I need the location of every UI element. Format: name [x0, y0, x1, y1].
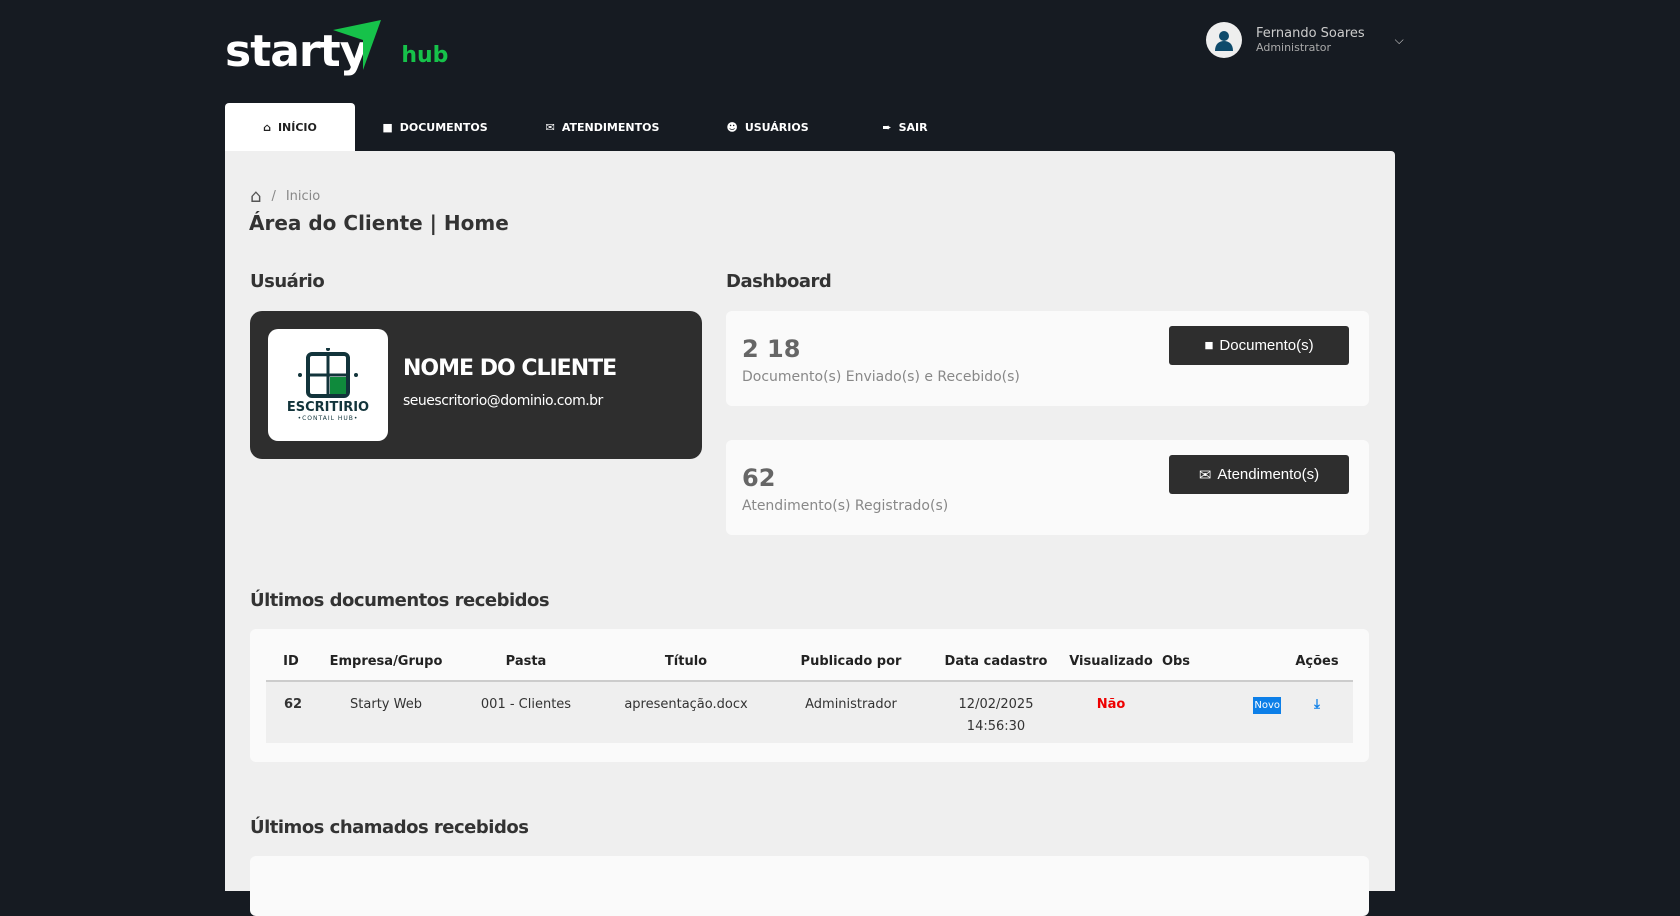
tickets-count: 62 [742, 464, 776, 492]
tab-atendimentos[interactable]: ✉ ATENDIMENTOS [515, 103, 690, 151]
main-nav: ⌂ INÍCIO ■ DOCUMENTOS ✉ ATENDIMENTOS ☻ USUÁR… [225, 103, 965, 151]
tab-inicio[interactable]: ⌂ INÍCIO [225, 103, 355, 151]
documents-table: ID Empresa/Grupo Pasta Título Publicado … [266, 643, 1353, 743]
user-name: Fernando Soares [1256, 25, 1365, 41]
page-title: Área do Cliente | Home [249, 211, 509, 235]
user-icon [1215, 31, 1233, 51]
viewed-status: Não [1066, 681, 1156, 743]
tickets-table-card [250, 856, 1369, 916]
documents-count: 2 18 [742, 335, 801, 363]
documents-stat-card: 2 18 Documento(s) Enviado(s) e Recebido(… [726, 311, 1369, 406]
table-row[interactable]: 62 Starty Web 001 - Clientes apresentaçã… [266, 681, 1353, 743]
home-icon: ⌂ [263, 120, 271, 134]
home-icon[interactable]: ⌂ [250, 186, 261, 207]
envelope-icon: ✉ [545, 120, 555, 134]
new-badge: Novo [1253, 697, 1281, 714]
office-building-icon [298, 348, 358, 398]
download-icon[interactable]: ⤓ [1314, 697, 1320, 712]
avatar [1206, 22, 1242, 58]
user-card: ESCRITIRIO •CONTAIL HUB• NOME DO CLIENTE… [250, 311, 702, 459]
breadcrumb: ⌂ / Inicio [250, 186, 321, 207]
envelope-icon: ✉ [1198, 466, 1212, 484]
sign-out-icon: ➨ [882, 120, 892, 134]
content-panel: ⌂ / Inicio Área do Cliente | Home Usuário … [225, 151, 1395, 916]
users-icon: ☻ [726, 120, 738, 134]
breadcrumb-current: Inicio [285, 189, 321, 204]
starty-hub-logo[interactable]: starty hub [225, 20, 448, 76]
docs-heading: Últimos documentos recebidos [250, 590, 550, 611]
client-email: seuescritorio@dominio.com.br [403, 393, 603, 409]
tickets-stat-card: 62 Atendimento(s) Registrado(s) ✉ Atendim… [726, 440, 1369, 535]
dashboard-heading: Dashboard [726, 271, 832, 292]
client-logo: ESCRITIRIO •CONTAIL HUB• [268, 329, 388, 441]
documents-label: Documento(s) Enviado(s) e Recebido(s) [742, 369, 1020, 385]
user-menu[interactable]: Fernando Soares Administrator ⌵ [1206, 22, 1404, 58]
folder-icon: ■ [1204, 337, 1214, 354]
chevron-down-icon[interactable]: ⌵ [1395, 33, 1404, 48]
tickets-label: Atendimento(s) Registrado(s) [742, 498, 949, 514]
usuario-heading: Usuário [250, 271, 325, 292]
tab-documentos[interactable]: ■ DOCUMENTOS [355, 103, 515, 151]
documents-table-card: ID Empresa/Grupo Pasta Título Publicado … [250, 629, 1369, 762]
tab-usuarios[interactable]: ☻ USUÁRIOS [690, 103, 845, 151]
user-role: Administrator [1256, 40, 1331, 54]
client-name: NOME DO CLIENTE [403, 356, 617, 381]
tickets-heading: Últimos chamados recebidos [250, 817, 529, 838]
folder-icon: ■ [382, 120, 393, 134]
logo-arrow-icon [333, 20, 381, 70]
tickets-button[interactable]: ✉ Atendimento(s) [1169, 455, 1349, 494]
documents-button[interactable]: ■ Documento(s) [1169, 326, 1349, 365]
tab-sair[interactable]: ➨ SAIR [845, 103, 965, 151]
